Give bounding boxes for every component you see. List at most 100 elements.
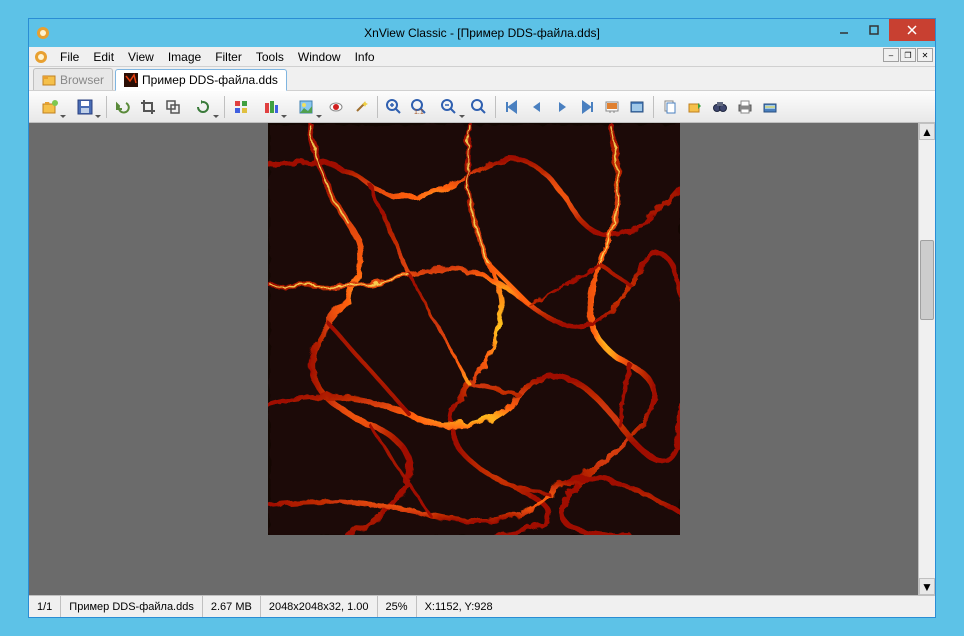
displayed-image	[268, 123, 680, 535]
auto-button[interactable]	[349, 95, 373, 119]
wand-icon	[353, 99, 369, 115]
svg-text:1:1: 1:1	[414, 109, 424, 115]
resize-button[interactable]	[161, 95, 185, 119]
open-button[interactable]	[33, 95, 67, 119]
scroll-up-button[interactable]: ▲	[919, 123, 935, 140]
maximize-button[interactable]	[859, 19, 889, 41]
prev-icon	[529, 99, 545, 115]
menu-image[interactable]: Image	[161, 48, 208, 66]
tab-file-label: Пример DDS-файла.dds	[142, 73, 278, 87]
mdi-controls: – ❐ ✕	[883, 48, 933, 62]
scan-button[interactable]	[758, 95, 782, 119]
status-dimensions: 2048x2048x32, 1.00	[261, 596, 378, 617]
find-button[interactable]	[708, 95, 732, 119]
zoom-100-icon: 1:1	[411, 99, 427, 115]
crop-button[interactable]	[136, 95, 160, 119]
titlebar: XnView Classic - [Пример DDS-файла.dds]	[29, 19, 935, 47]
menu-window[interactable]: Window	[291, 48, 348, 66]
minimize-button[interactable]	[829, 19, 859, 41]
binoculars-icon	[712, 99, 728, 115]
open-icon	[41, 98, 59, 116]
menu-view[interactable]: View	[121, 48, 161, 66]
save-button[interactable]	[68, 95, 102, 119]
image-thumb-icon	[124, 73, 138, 87]
resize-icon	[165, 99, 181, 115]
menu-info[interactable]: Info	[348, 48, 382, 66]
status-filename: Пример DDS-файла.dds	[61, 596, 203, 617]
separator	[106, 96, 107, 118]
menu-filter[interactable]: Filter	[208, 48, 249, 66]
separator	[495, 96, 496, 118]
first-button[interactable]	[500, 95, 524, 119]
zoom-out-icon	[441, 99, 457, 115]
scroll-track[interactable]	[919, 140, 935, 578]
tab-browser[interactable]: Browser	[33, 68, 113, 90]
print-button[interactable]	[733, 95, 757, 119]
separator	[377, 96, 378, 118]
redeye-icon	[328, 99, 344, 115]
tabbar: Browser Пример DDS-файла.dds	[29, 67, 935, 91]
toolbar: 1:1	[29, 91, 935, 123]
separator	[653, 96, 654, 118]
zoom100-button[interactable]: 1:1	[407, 95, 431, 119]
tab-file[interactable]: Пример DDS-файла.dds	[115, 69, 287, 91]
prev-button[interactable]	[525, 95, 549, 119]
last-button[interactable]	[575, 95, 599, 119]
fullscreen-button[interactable]	[625, 95, 649, 119]
menu-file[interactable]: File	[53, 48, 86, 66]
zoomout-button[interactable]	[432, 95, 466, 119]
rotate-button[interactable]	[186, 95, 220, 119]
undo-button[interactable]	[111, 95, 135, 119]
status-zoom: 25%	[378, 596, 417, 617]
menubar: File Edit View Image Filter Tools Window…	[29, 47, 935, 67]
save-icon	[76, 98, 94, 116]
content-area: ▲ ▼	[29, 123, 935, 595]
separator	[224, 96, 225, 118]
status-filesize: 2.67 MB	[203, 596, 261, 617]
next-button[interactable]	[550, 95, 574, 119]
rotate-icon	[195, 99, 211, 115]
mdi-close-button[interactable]: ✕	[917, 48, 933, 62]
scanner-icon	[762, 99, 778, 115]
redeye-button[interactable]	[324, 95, 348, 119]
first-icon	[504, 99, 520, 115]
palette-icon	[233, 99, 249, 115]
statusbar: 1/1 Пример DDS-файла.dds 2.67 MB 2048x20…	[29, 595, 935, 617]
zoom-fit-icon	[471, 99, 487, 115]
copy-button[interactable]	[658, 95, 682, 119]
folder-tree-icon	[42, 73, 56, 87]
app-menu-icon	[33, 49, 49, 65]
close-button[interactable]	[889, 19, 935, 41]
mdi-restore-button[interactable]: ❐	[900, 48, 916, 62]
adjust-button[interactable]	[254, 95, 288, 119]
undo-icon	[115, 99, 131, 115]
export-button[interactable]	[683, 95, 707, 119]
app-window: XnView Classic - [Пример DDS-файла.dds] …	[28, 18, 936, 618]
zoom-in-icon	[386, 99, 402, 115]
crop-icon	[140, 99, 156, 115]
menu-edit[interactable]: Edit	[86, 48, 121, 66]
palette-button[interactable]	[229, 95, 253, 119]
last-icon	[579, 99, 595, 115]
zoomfit-button[interactable]	[467, 95, 491, 119]
window-controls	[829, 19, 935, 41]
scroll-down-button[interactable]: ▼	[919, 578, 935, 595]
fullscreen-icon	[629, 99, 645, 115]
slideshow-icon	[604, 99, 620, 115]
tab-browser-label: Browser	[60, 73, 104, 87]
image-viewport[interactable]	[29, 123, 918, 595]
window-title: XnView Classic - [Пример DDS-файла.dds]	[29, 26, 935, 40]
mdi-minimize-button[interactable]: –	[883, 48, 899, 62]
printer-icon	[737, 99, 753, 115]
menu-tools[interactable]: Tools	[249, 48, 291, 66]
effects-button[interactable]	[289, 95, 323, 119]
vertical-scrollbar[interactable]: ▲ ▼	[918, 123, 935, 595]
slideshow-button[interactable]	[600, 95, 624, 119]
export-icon	[687, 99, 703, 115]
status-coords: X:1152, Y:928	[417, 596, 501, 617]
status-index: 1/1	[29, 596, 61, 617]
effects-icon	[298, 99, 314, 115]
zoomin-button[interactable]	[382, 95, 406, 119]
app-icon	[35, 25, 51, 41]
scroll-thumb[interactable]	[920, 240, 934, 320]
